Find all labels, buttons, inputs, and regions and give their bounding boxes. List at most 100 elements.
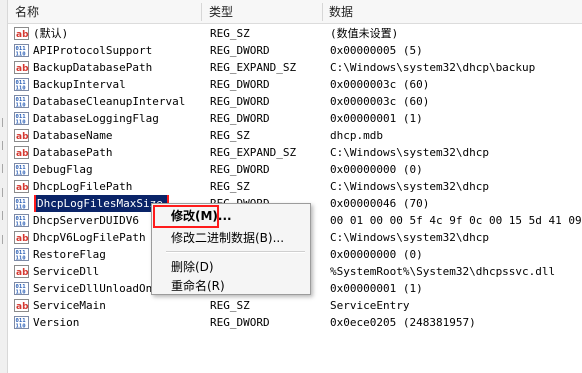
value-data: C:\Windows\system32\dhcp\backup — [330, 61, 536, 74]
string-value-icon: ab — [14, 61, 29, 74]
string-value-icon: ab — [14, 146, 29, 159]
value-name-cell[interactable]: 011 110 APIProtocolSupport — [14, 42, 204, 59]
svg-text:110: 110 — [16, 324, 27, 330]
context-menu-item[interactable]: 重命名(R) — [154, 276, 308, 297]
value-name-cell[interactable]: 011 110 Version — [14, 314, 204, 331]
value-data: C:\Windows\system32\dhcp — [330, 231, 489, 244]
splitter-mark — [2, 141, 7, 150]
splitter-mark — [2, 235, 7, 244]
value-data: ServiceEntry — [330, 299, 410, 312]
value-name-cell[interactable]: ab DhcpLogFilePath — [14, 178, 204, 195]
splitter-mark — [2, 188, 7, 197]
value-name-cell[interactable]: 011 110 DatabaseCleanupInterval — [14, 93, 204, 110]
svg-text:110: 110 — [16, 222, 27, 228]
column-header-name[interactable]: 名称 — [8, 0, 202, 24]
svg-text:110: 110 — [16, 52, 27, 58]
registry-value-row[interactable]: ab DatabasePath REG_EXPAND_SZ C:\Windows\sy… — [8, 144, 582, 161]
value-type: REG_DWORD — [210, 163, 270, 176]
value-type: REG_DWORD — [210, 44, 270, 57]
context-menu-item[interactable]: 修改二进制数据(B)... — [154, 228, 308, 249]
value-name-cell[interactable]: ab DatabaseName — [14, 127, 204, 144]
value-type: REG_DWORD — [210, 316, 270, 329]
value-data: C:\Windows\system32\dhcp — [330, 146, 489, 159]
modify-menu-item[interactable]: 修改(M)... — [153, 205, 232, 228]
value-name: RestoreFlag — [33, 248, 106, 261]
context-menu: 修改(M)... 修改二进制数据(B)... 删除(D) 重命名(R) — [151, 203, 311, 295]
svg-text:110: 110 — [16, 290, 27, 296]
context-menu-item[interactable]: 删除(D) — [154, 257, 308, 278]
menu-separator — [166, 251, 305, 253]
value-data: %SystemRoot%\System32\dhcpssvc.dll — [330, 265, 556, 278]
binary-value-icon: 011 110 — [14, 197, 29, 210]
value-name: DatabaseLoggingFlag — [33, 112, 159, 125]
binary-value-icon: 011 110 — [14, 112, 29, 125]
binary-value-icon: 011 110 — [14, 248, 29, 261]
svg-text:ab: ab — [16, 30, 29, 40]
value-name-cell[interactable]: 011 110 BackupInterval — [14, 76, 204, 93]
registry-value-row[interactable]: 011 110 Version REG_DWORD 0x0ece0205 (248381… — [8, 314, 582, 331]
value-name: (默认) — [33, 27, 69, 40]
value-data: 0x00000046 (70) — [330, 197, 430, 210]
column-header-data[interactable]: 数据 — [322, 0, 582, 24]
registry-value-row[interactable]: 011 110 BackupInterval REG_DWORD 0x0000003c … — [8, 76, 582, 93]
registry-value-row[interactable]: ab BackupDatabasePath REG_EXPAND_SZ C:\Wind… — [8, 59, 582, 76]
value-name-cell[interactable]: 011 110 DebugFlag — [14, 161, 204, 178]
column-header-type[interactable]: 类型 — [202, 0, 322, 24]
left-splitter-strip[interactable] — [0, 0, 8, 373]
value-name: ServiceDll — [33, 265, 100, 278]
svg-text:ab: ab — [16, 149, 29, 159]
registry-value-row[interactable]: 011 110 DebugFlag REG_DWORD 0x00000000 (0) — [8, 161, 582, 178]
registry-value-row[interactable]: ab ServiceMain REG_SZ ServiceEntry — [8, 297, 582, 314]
registry-values-list[interactable]: ab (默认) REG_SZ (数值未设置) 011 110 APIProtocolSupp… — [8, 24, 582, 373]
value-name: BackupInterval — [33, 78, 126, 91]
svg-text:110: 110 — [16, 205, 27, 211]
binary-value-icon: 011 110 — [14, 316, 29, 329]
svg-text:110: 110 — [16, 120, 27, 126]
splitter-mark — [2, 211, 7, 220]
registry-value-row[interactable]: 011 110 DatabaseLoggingFlag REG_DWORD 0x0000… — [8, 110, 582, 127]
registry-value-row[interactable]: 011 110 APIProtocolSupport REG_DWORD 0x00000… — [8, 42, 582, 59]
value-type: REG_SZ — [210, 27, 250, 40]
svg-text:110: 110 — [16, 86, 27, 92]
value-data: C:\Windows\system32\dhcp — [330, 180, 489, 193]
value-name: DatabaseCleanupInterval — [33, 95, 186, 108]
value-name: DhcpServerDUIDV6 — [33, 214, 139, 227]
value-type: REG_SZ — [210, 299, 250, 312]
value-data: 00 01 00 00 5f 4c 9f 0c 00 15 5d 41 09 f… — [330, 214, 582, 227]
value-name: BackupDatabasePath — [33, 61, 153, 74]
value-type: REG_EXPAND_SZ — [210, 146, 297, 159]
list-header: 名称 类型 数据 — [8, 0, 582, 24]
string-value-icon: ab — [14, 27, 29, 40]
registry-value-row[interactable]: 011 110 DatabaseCleanupInterval REG_DWORD 0x… — [8, 93, 582, 110]
svg-text:110: 110 — [16, 171, 27, 177]
value-name: Version — [33, 316, 80, 329]
binary-value-icon: 011 110 — [14, 44, 29, 57]
svg-text:ab: ab — [16, 234, 29, 244]
svg-text:ab: ab — [16, 183, 29, 193]
value-data: (数值未设置) — [330, 27, 399, 40]
svg-text:ab: ab — [16, 132, 29, 142]
value-name-cell[interactable]: ab (默认) — [14, 25, 204, 42]
value-data: 0x00000001 (1) — [330, 282, 423, 295]
registry-editor-value-pane: 名称 类型 数据 ab (默认) REG_SZ (数值未设置) 011 110 APIPro… — [0, 0, 582, 373]
svg-text:110: 110 — [16, 256, 27, 262]
registry-value-row[interactable]: ab DhcpLogFilePath REG_SZ C:\Windows\system… — [8, 178, 582, 195]
value-data: 0x0ece0205 (248381957) — [330, 316, 476, 329]
value-name: DebugFlag — [33, 163, 93, 176]
registry-value-row[interactable]: ab (默认) REG_SZ (数值未设置) — [8, 25, 582, 42]
string-value-icon: ab — [14, 180, 29, 193]
value-name-cell[interactable]: ab DatabasePath — [14, 144, 204, 161]
value-name-cell[interactable]: ab BackupDatabasePath — [14, 59, 204, 76]
value-name: DhcpV6LogFilePath — [33, 231, 146, 244]
string-value-icon: ab — [14, 129, 29, 142]
registry-value-row[interactable]: ab DatabaseName REG_SZ dhcp.mdb — [8, 127, 582, 144]
svg-text:ab: ab — [16, 268, 29, 278]
value-name: DatabasePath — [33, 146, 113, 159]
value-type: REG_DWORD — [210, 78, 270, 91]
value-data: 0x00000000 (0) — [330, 163, 423, 176]
value-type: REG_DWORD — [210, 112, 270, 125]
svg-text:ab: ab — [16, 302, 29, 312]
value-name-cell[interactable]: 011 110 DatabaseLoggingFlag — [14, 110, 204, 127]
value-name-cell[interactable]: ab ServiceMain — [14, 297, 204, 314]
value-data: dhcp.mdb — [330, 129, 383, 142]
